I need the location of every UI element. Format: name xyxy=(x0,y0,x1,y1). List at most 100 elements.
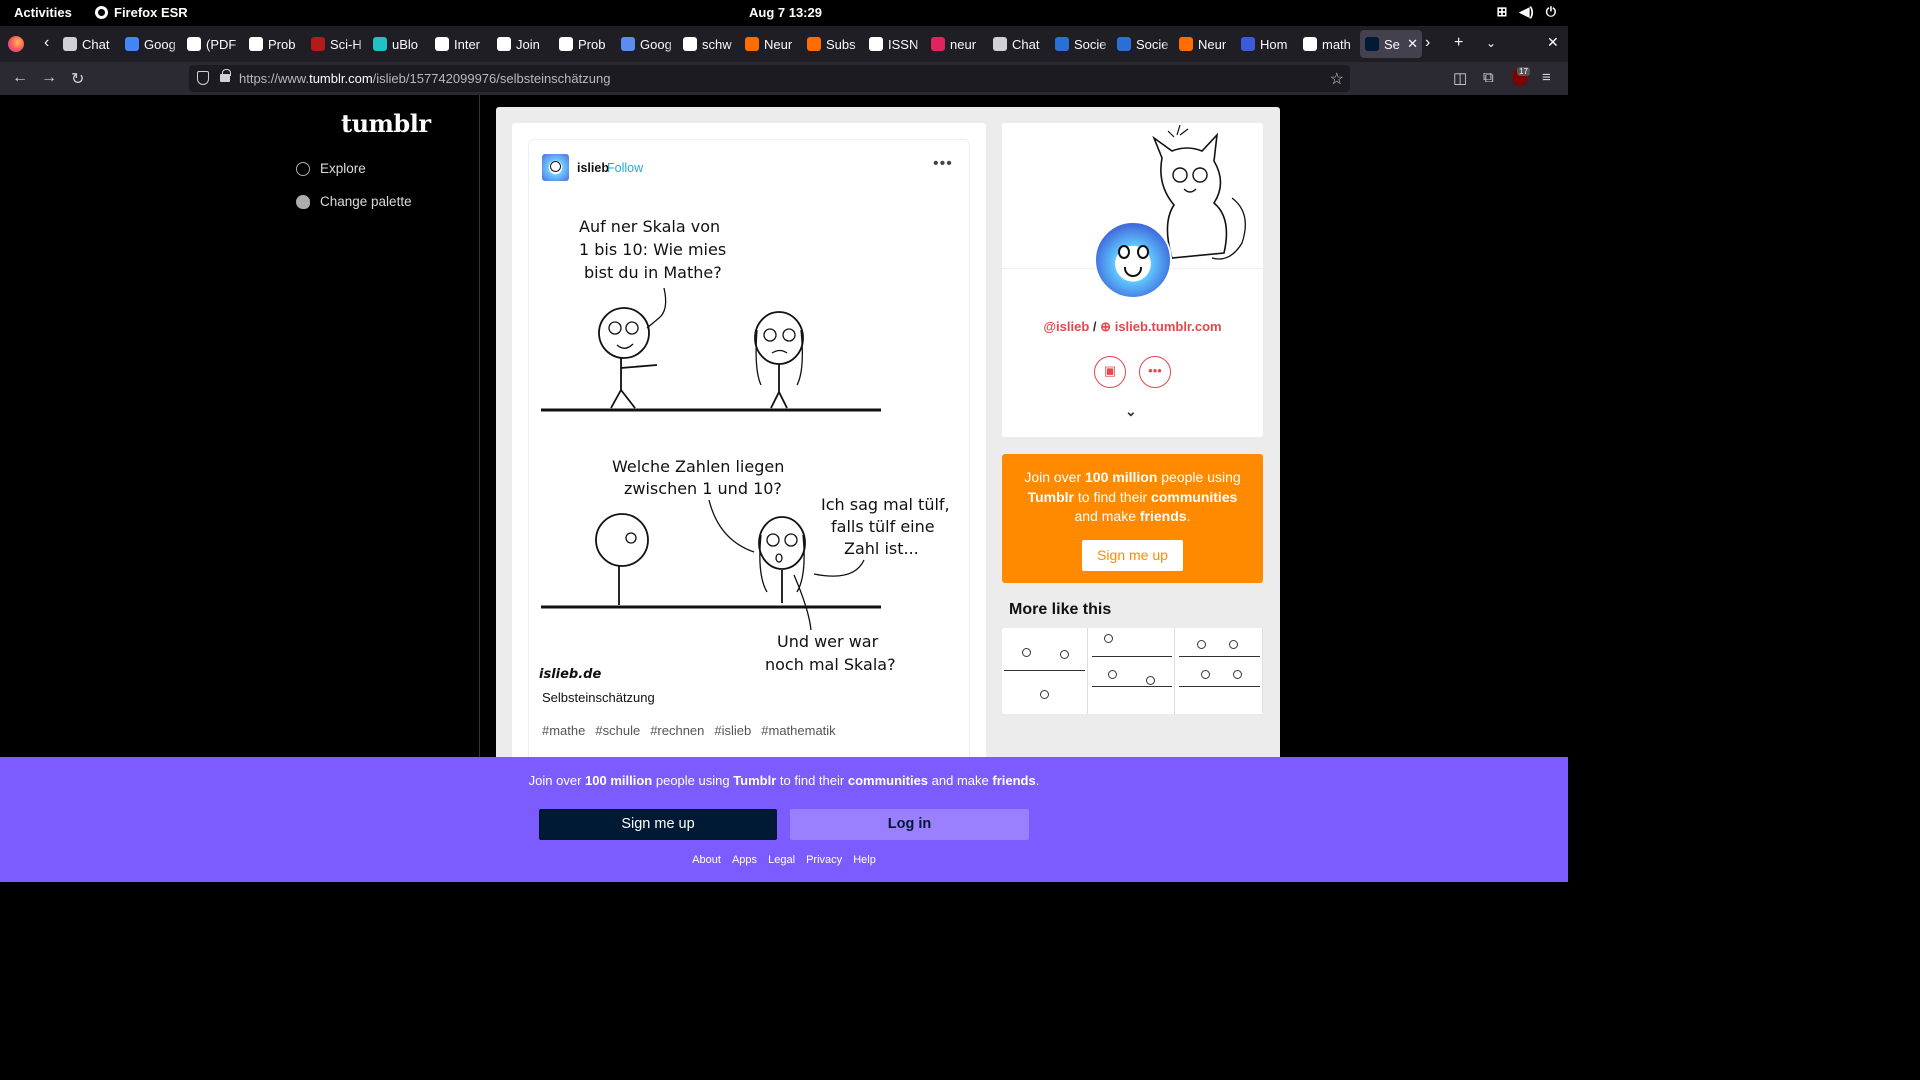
tab[interactable]: schw xyxy=(678,30,740,58)
url-bar[interactable]: https://www.tumblr.com/islieb/1577420999… xyxy=(189,65,1350,92)
comic-image: Auf ner Skala von 1 bis 10: Wie mies bis… xyxy=(539,217,950,680)
tab-label: Goog xyxy=(144,36,176,52)
activities-button[interactable]: Activities xyxy=(14,5,72,20)
follow-button[interactable]: Follow xyxy=(607,161,643,175)
tab-favicon-icon xyxy=(373,37,387,51)
footer-link-legal[interactable]: Legal xyxy=(768,854,795,866)
comic-panel3-line: noch mal Skala? xyxy=(765,655,896,674)
firefox-view-icon[interactable] xyxy=(8,36,24,52)
tab-label: Socie xyxy=(1074,36,1107,52)
close-window-icon[interactable]: ✕ xyxy=(1547,34,1559,51)
extensions-icon[interactable]: ⧉ xyxy=(1483,69,1494,86)
tag-link[interactable]: #islieb xyxy=(714,723,751,738)
url-text[interactable]: https://www.tumblr.com/islieb/1577420999… xyxy=(239,71,610,86)
tab[interactable]: Hom xyxy=(1236,30,1298,58)
more-like-this-grid xyxy=(1002,628,1263,714)
lock-icon[interactable] xyxy=(220,69,231,82)
app-menu[interactable]: Firefox ESR xyxy=(95,5,188,20)
hamburger-menu-icon[interactable]: ≡ xyxy=(1542,69,1551,86)
contact-card-icon[interactable]: ▣ xyxy=(1094,356,1126,388)
tumblr-logo[interactable]: tumblr xyxy=(341,109,431,138)
blog-links: @islieb / ⊕ islieb.tumblr.com xyxy=(1002,319,1263,335)
tab[interactable]: Inter xyxy=(430,30,492,58)
tabs-scroll-right-icon[interactable]: › xyxy=(1425,34,1430,52)
new-tab-icon[interactable]: + xyxy=(1454,34,1463,52)
tab[interactable]: (PDF xyxy=(182,30,244,58)
banner-message: Join over 100 million people using Tumbl… xyxy=(0,773,1568,788)
tab[interactable]: Join xyxy=(492,30,554,58)
more-options-icon[interactable]: ••• xyxy=(1139,356,1171,388)
post-more-options-icon[interactable]: ••• xyxy=(933,155,953,173)
comic-signature: islieb.de xyxy=(539,667,601,680)
forward-icon[interactable]: → xyxy=(41,69,57,87)
footer-link-apps[interactable]: Apps xyxy=(732,854,757,866)
reload-icon[interactable]: ↻ xyxy=(71,69,84,89)
tab[interactable]: Socie xyxy=(1050,30,1112,58)
tab[interactable]: neur xyxy=(926,30,988,58)
tab[interactable]: Chat xyxy=(58,30,120,58)
related-post-thumbnail[interactable] xyxy=(1089,628,1176,714)
volume-icon: ◀) xyxy=(1519,4,1534,19)
tab[interactable]: ISSN xyxy=(864,30,926,58)
tab-favicon-icon xyxy=(435,37,449,51)
tag-link[interactable]: #rechnen xyxy=(650,723,704,738)
tab[interactable]: Subs xyxy=(802,30,864,58)
footer-link-privacy[interactable]: Privacy xyxy=(806,854,842,866)
related-post-thumbnail[interactable] xyxy=(1002,628,1088,714)
footer-link-about[interactable]: About xyxy=(692,854,721,866)
tag-link[interactable]: #mathematik xyxy=(761,723,835,738)
tab[interactable]: uBlo xyxy=(368,30,430,58)
system-tray[interactable]: ⊞ ◀) ⏻ xyxy=(1496,4,1556,20)
promo-text-bold: communities xyxy=(1151,488,1238,505)
system-top-bar: Activities Firefox ESR Aug 7 13:29 ⊞ ◀) … xyxy=(0,0,1568,26)
compass-icon xyxy=(296,161,310,176)
tab[interactable]: Chat xyxy=(988,30,1050,58)
tracking-protection-icon[interactable] xyxy=(197,71,209,85)
tab-label: schw xyxy=(702,36,732,52)
sidebar-item-explore[interactable]: Explore xyxy=(296,161,366,176)
tab[interactable]: Goog xyxy=(120,30,182,58)
tab[interactable]: Sci-H xyxy=(306,30,368,58)
post-username[interactable]: islieb xyxy=(577,161,609,175)
close-tab-icon[interactable]: ✕ xyxy=(1407,36,1418,52)
sidebar-item-change-palette[interactable]: Change palette xyxy=(296,194,412,209)
tab[interactable]: Prob xyxy=(244,30,306,58)
related-post-thumbnail[interactable] xyxy=(1177,628,1263,714)
blog-avatar[interactable] xyxy=(1094,221,1172,299)
tumblr-page: tumblr Explore Change palette islieb Fol… xyxy=(0,95,1568,882)
tab-favicon-icon xyxy=(125,37,139,51)
tab-label: Neur xyxy=(1198,36,1227,52)
promo-text-bold: 100 million xyxy=(1085,469,1158,485)
tab[interactable]: Goog xyxy=(616,30,678,58)
tab[interactable]: math xyxy=(1298,30,1360,58)
banner-login-button[interactable]: Log in xyxy=(790,809,1029,840)
tag-link[interactable]: #schule xyxy=(595,723,640,738)
list-tabs-icon[interactable]: ⌄ xyxy=(1486,36,1496,50)
tab-favicon-icon xyxy=(683,37,697,51)
tab-label: Prob xyxy=(268,36,296,52)
clock[interactable]: Aug 7 13:29 xyxy=(749,5,822,20)
tab-active[interactable]: Se ✕ xyxy=(1360,30,1422,58)
blog-site-link[interactable]: islieb.tumblr.com xyxy=(1115,319,1222,334)
blog-handle-link[interactable]: @islieb xyxy=(1043,319,1089,334)
footer-link-help[interactable]: Help xyxy=(853,854,876,866)
tab[interactable]: Prob xyxy=(554,30,616,58)
post-caption: Selbsteinschätzung xyxy=(542,690,655,705)
chevron-down-icon[interactable]: ⌄ xyxy=(1125,403,1137,420)
banner-signup-button[interactable]: Sign me up xyxy=(539,809,777,840)
tabs-scroll-left-icon[interactable]: ‹ xyxy=(44,34,49,52)
tag-link[interactable]: #mathe xyxy=(542,723,585,738)
bookmark-star-icon[interactable]: ☆ xyxy=(1330,69,1344,89)
navigation-toolbar: ← → ↻ https://www.tumblr.com/islieb/1577… xyxy=(0,62,1568,95)
post-avatar[interactable] xyxy=(542,154,569,181)
sidebar-item-label: Change palette xyxy=(320,194,412,209)
tab[interactable]: Socie xyxy=(1112,30,1174,58)
pocket-icon[interactable]: ◫ xyxy=(1453,69,1467,87)
back-icon[interactable]: ← xyxy=(12,69,28,87)
tab[interactable]: Neur xyxy=(1174,30,1236,58)
tab[interactable]: Neur xyxy=(740,30,802,58)
promo-signup-button[interactable]: Sign me up xyxy=(1082,540,1183,571)
tab-label: Goog xyxy=(640,36,672,52)
comic-panel1-line: bist du in Mathe? xyxy=(584,263,722,282)
banner-text: people using xyxy=(652,773,734,788)
